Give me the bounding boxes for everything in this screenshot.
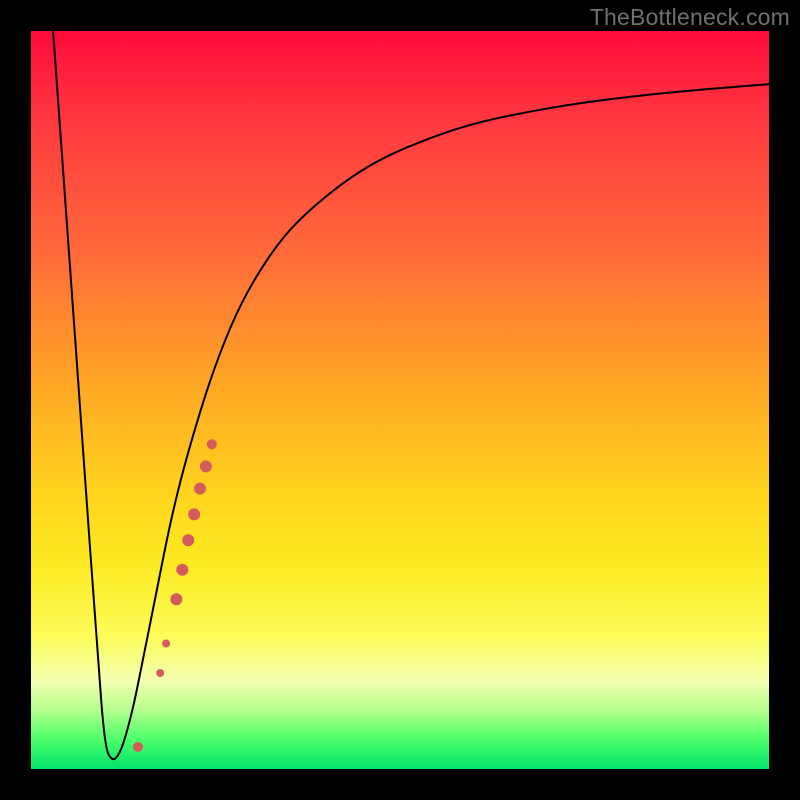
marker-dot	[176, 564, 188, 576]
plot-area	[31, 31, 769, 769]
marker-dot	[194, 483, 206, 495]
marker-dot	[207, 439, 217, 449]
marker-dot	[200, 460, 212, 472]
marker-dot	[170, 593, 182, 605]
watermark-text: TheBottleneck.com	[590, 4, 790, 31]
marker-dot	[162, 640, 170, 648]
curve-line	[53, 31, 769, 759]
chart-overlay	[31, 31, 769, 769]
chart-frame: TheBottleneck.com	[0, 0, 800, 800]
marker-group	[133, 439, 217, 752]
marker-dot	[133, 742, 143, 752]
marker-dot	[182, 534, 194, 546]
marker-dot	[156, 669, 164, 677]
marker-dot	[188, 508, 200, 520]
